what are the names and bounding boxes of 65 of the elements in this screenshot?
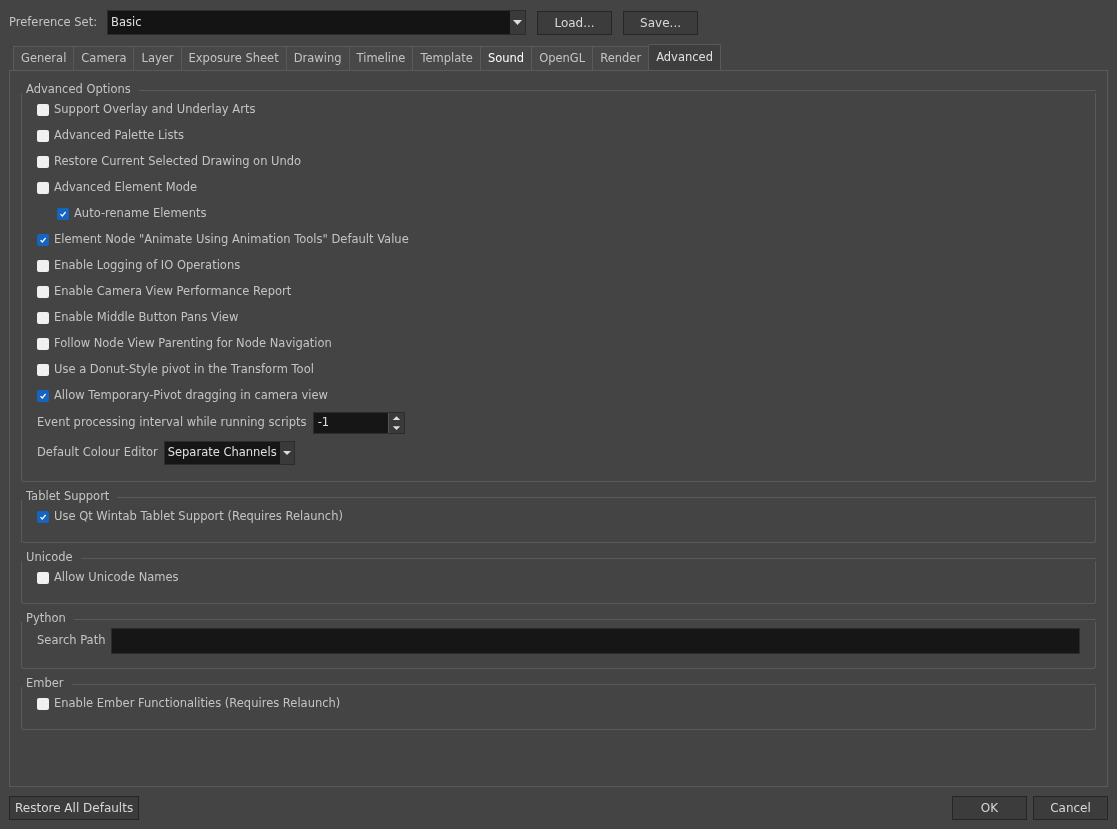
checkbox[interactable] [37, 260, 49, 272]
checkbox[interactable] [37, 511, 49, 523]
number-spinbox[interactable]: -1 [312, 412, 405, 434]
tab[interactable]: General [13, 46, 74, 70]
field-label: Event processing interval while running scripts [37, 414, 307, 432]
checkbox-label: Enable Middle Button Pans View [54, 309, 239, 327]
dialog-button[interactable]: Cancel [1033, 796, 1108, 820]
checkmark-icon [39, 236, 47, 244]
checkbox-label: Use a Donut-Style pivot in the Transform Tool [54, 361, 314, 379]
checkbox[interactable] [37, 156, 49, 168]
checkbox[interactable] [37, 390, 49, 402]
field-label: Default Colour Editor [37, 444, 158, 462]
colour-editor-dropdown[interactable]: Separate Channels [163, 441, 295, 465]
tab[interactable]: Sound [479, 46, 532, 70]
checkbox[interactable] [37, 364, 49, 376]
checkbox-label: Allow Unicode Names [54, 569, 179, 587]
checkbox-label: Support Overlay and Underlay Arts [54, 101, 256, 119]
tab[interactable]: Layer [133, 46, 181, 70]
checkbox-label: Element Node "Animate Using Animation Tools" Default Value [54, 231, 409, 249]
checkbox[interactable] [37, 338, 49, 350]
checkbox[interactable] [57, 208, 69, 220]
checkbox-label: Enable Ember Functionalities (Requires Relaunch) [54, 695, 341, 713]
checkbox[interactable] [37, 572, 49, 584]
preference-set-label: Preference Set: [9, 13, 98, 31]
preference-set-dropdown[interactable]: Basic [107, 10, 527, 35]
checkbox[interactable] [37, 234, 49, 246]
checkmark-icon [39, 513, 47, 521]
group-title: Python [25, 610, 67, 628]
checkbox-label: Advanced Palette Lists [54, 127, 185, 145]
tab[interactable]: Template [412, 46, 480, 70]
checkbox-label: Allow Temporary-Pivot dragging in camera view [54, 387, 328, 405]
tab[interactable]: Advanced [648, 44, 721, 70]
tab[interactable]: OpenGL [531, 46, 593, 70]
checkbox-label: Restore Current Selected Drawing on Undo [54, 153, 302, 171]
search-path-field[interactable] [111, 628, 1080, 654]
caret-icon [279, 442, 294, 464]
dialog-button[interactable]: Restore All Defaults [9, 796, 140, 820]
tab[interactable]: Timeline [348, 46, 413, 70]
dialog-button[interactable]: OK [952, 796, 1027, 820]
checkbox-label: Enable Logging of IO Operations [54, 257, 241, 275]
dialog-button[interactable]: Load... [537, 10, 613, 35]
tab[interactable]: Render [592, 46, 649, 70]
checkbox-label: Follow Node View Parenting for Node Navigation [54, 335, 332, 353]
checkbox[interactable] [37, 130, 49, 142]
group-title: Tablet Support [25, 488, 111, 506]
tab[interactable]: Camera [73, 46, 134, 70]
checkbox[interactable] [37, 698, 49, 710]
checkbox-label: Enable Camera View Performance Report [54, 283, 292, 301]
checkmark-icon [59, 210, 67, 218]
dialog-button[interactable]: Save... [623, 10, 699, 35]
tab[interactable]: Drawing [285, 46, 349, 70]
checkbox[interactable] [37, 182, 49, 194]
checkbox[interactable] [37, 312, 49, 324]
group-title: Advanced Options [25, 81, 132, 99]
checkbox-label: Advanced Element Mode [54, 179, 198, 197]
checkbox-label: Use Qt Wintab Tablet Support (Requires Relaunch) [54, 508, 343, 526]
group-title: Unicode [25, 549, 74, 567]
checkmark-icon [39, 392, 47, 400]
group-title: Ember [25, 675, 65, 693]
field-label: Search Path [37, 632, 106, 650]
checkbox-label: Auto-rename Elements [74, 205, 207, 223]
checkbox[interactable] [37, 104, 49, 116]
checkbox[interactable] [37, 286, 49, 298]
tab[interactable]: Exposure Sheet [180, 46, 286, 70]
caret-icon [510, 11, 526, 34]
